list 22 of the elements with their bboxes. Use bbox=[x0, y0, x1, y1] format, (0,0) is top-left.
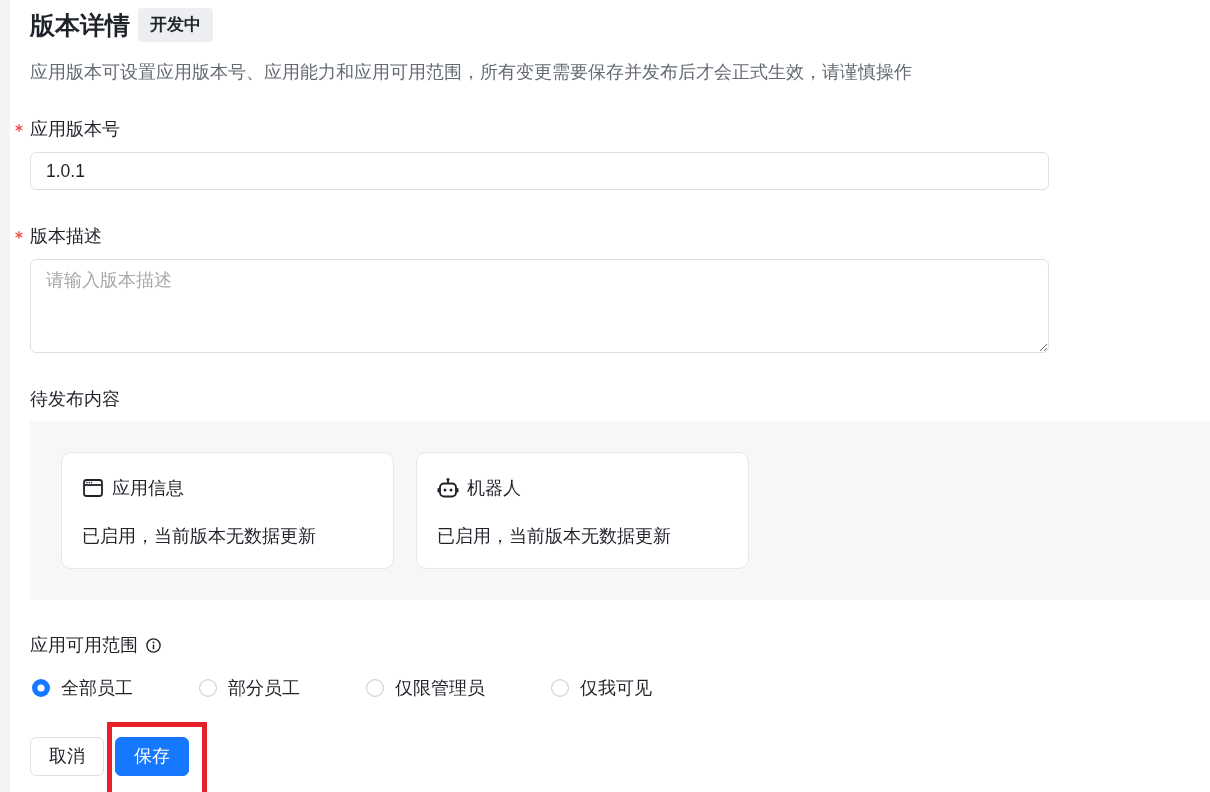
section-label: 应用可用范围 bbox=[30, 634, 138, 657]
section-label: 待发布内容 bbox=[30, 388, 121, 411]
page-title: 版本详情 bbox=[30, 10, 130, 41]
version-input[interactable]: 1.0.1 bbox=[30, 152, 1049, 190]
field-label: 版本描述 bbox=[30, 225, 102, 248]
radio-option[interactable]: 部分员工 bbox=[199, 676, 300, 700]
robot-icon bbox=[437, 477, 459, 499]
save-button[interactable]: 保存 bbox=[115, 737, 189, 776]
radio-option[interactable]: 仅限管理员 bbox=[366, 676, 485, 700]
radio-option[interactable]: 仅我可见 bbox=[551, 676, 652, 700]
page-description: 应用版本可设置应用版本号、应用能力和应用可用范围，所有变更需要保存并发布后才会正式生效，请谨慎操作 bbox=[30, 61, 913, 84]
window-icon bbox=[82, 477, 104, 499]
card-status-text: 已启用，当前版本无数据更新 bbox=[437, 525, 672, 548]
cancel-button[interactable]: 取消 bbox=[30, 737, 104, 776]
card-title: 应用信息 bbox=[112, 477, 184, 500]
radio-option[interactable]: 全部员工 bbox=[32, 676, 133, 700]
field-label: 应用版本号 bbox=[30, 118, 120, 141]
card-title: 机器人 bbox=[467, 477, 521, 500]
info-icon bbox=[146, 637, 161, 653]
description-textarea[interactable]: 请输入版本描述 bbox=[30, 259, 1049, 353]
status-badge: 开发中 bbox=[138, 8, 213, 42]
card-status-text: 已启用，当前版本无数据更新 bbox=[82, 525, 317, 548]
